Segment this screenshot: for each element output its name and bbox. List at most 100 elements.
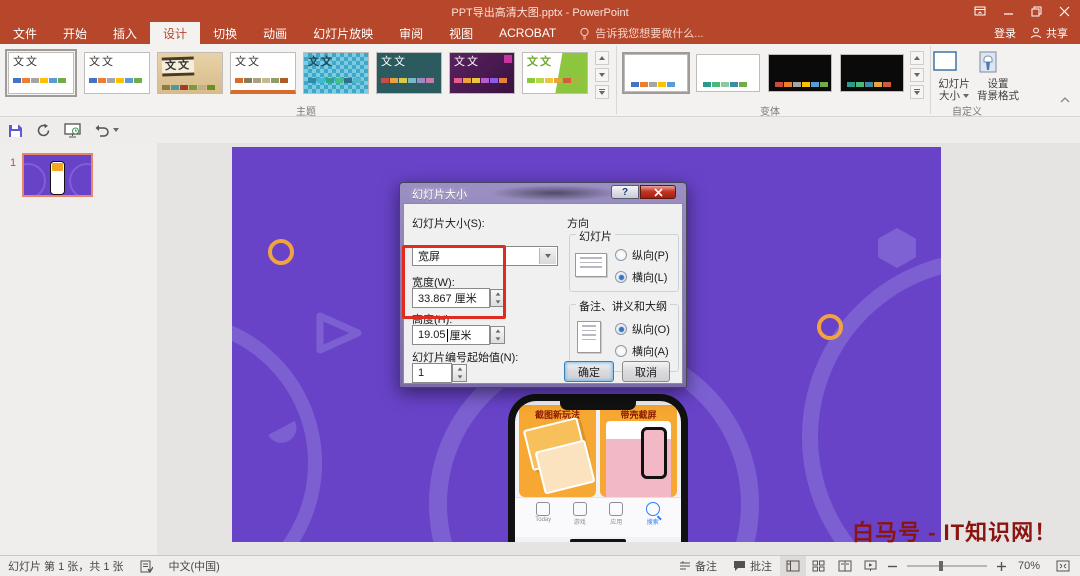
decoration-orange-ring-left	[268, 239, 294, 265]
slideshow-from-start-icon[interactable]	[64, 123, 81, 138]
decoration-triangle	[314, 310, 364, 356]
zoom-slider[interactable]	[907, 565, 987, 567]
tab-acrobat[interactable]: ACROBAT	[486, 22, 569, 44]
format-background-icon	[976, 50, 1020, 74]
sign-in-button[interactable]: 登录	[994, 25, 1016, 41]
variant-4[interactable]	[840, 54, 904, 92]
tab-animations[interactable]: 动画	[250, 22, 300, 44]
person-icon	[1030, 27, 1042, 39]
notes-group-legend: 备注、讲义和大纲	[576, 298, 670, 314]
minimize-icon[interactable]	[994, 0, 1022, 22]
slides-orientation-group: 幻灯片 纵向(P) 横向(L)	[569, 234, 679, 292]
tab-slideshow[interactable]: 幻灯片放映	[300, 22, 386, 44]
height-value: 19.05	[418, 329, 446, 341]
number-start-input[interactable]: 1	[412, 363, 452, 383]
collapse-ribbon-icon[interactable]	[1060, 96, 1070, 103]
slide-sorter-view-button[interactable]	[806, 556, 832, 576]
zoom-level[interactable]: 70%	[1010, 556, 1048, 576]
decoration-ring-right	[802, 252, 941, 542]
close-icon[interactable]	[1050, 0, 1078, 22]
portrait-doc-icon	[577, 321, 601, 353]
themes-more-icon[interactable]	[595, 85, 609, 99]
tab-design[interactable]: 设计	[150, 22, 200, 44]
format-background-button[interactable]: 设置 背景格式	[976, 50, 1020, 110]
theme-office[interactable]: 文文	[8, 52, 74, 94]
variant-3[interactable]	[768, 54, 832, 92]
tell-me-box[interactable]: 告诉我您想要做什么...	[569, 22, 713, 44]
themes-scroll-down-icon[interactable]	[595, 68, 609, 82]
slide-thumbnail-number: 1	[10, 157, 16, 169]
variants-scroll-up-icon[interactable]	[910, 51, 924, 65]
customize-group-label: 自定义	[952, 103, 982, 118]
notes-toggle[interactable]: 备注	[671, 556, 725, 576]
theme-badge	[504, 55, 512, 63]
zoom-in-button[interactable]	[993, 562, 1010, 571]
card-mini-phone	[641, 427, 667, 479]
title-bar: PPT导出高清大图.pptx - PowerPoint	[0, 0, 1080, 22]
restore-icon[interactable]	[1022, 0, 1050, 22]
reading-view-button[interactable]	[832, 556, 858, 576]
variant-1[interactable]	[624, 54, 688, 92]
zoom-slider-handle[interactable]	[939, 561, 943, 571]
height-input[interactable]: 19.05 厘米	[412, 325, 490, 345]
tab-insert[interactable]: 插入	[100, 22, 150, 44]
dialog-help-button[interactable]: ?	[611, 185, 639, 199]
number-start-value: 1	[418, 367, 424, 379]
variants-more-icon[interactable]	[910, 85, 924, 99]
theme-teal-pattern[interactable]: 文文	[303, 52, 369, 94]
theme-green[interactable]: 文文	[522, 52, 588, 94]
size-label: 幻灯片大小(S):	[412, 215, 485, 231]
landscape-doc-icon	[575, 253, 607, 277]
number-spinner[interactable]	[452, 364, 467, 382]
language-indicator[interactable]: 中文(中国)	[161, 556, 228, 576]
decoration-hexagon	[876, 228, 918, 268]
phone-tab-games: 游戏	[565, 502, 595, 537]
fit-to-window-icon[interactable]	[1048, 556, 1080, 576]
notes-portrait-radio[interactable]: 纵向(O)	[615, 321, 670, 337]
comments-toggle[interactable]: 批注	[725, 556, 780, 576]
appstore-card-1: 截图新玩法	[519, 405, 596, 497]
notes-landscape-radio[interactable]: 横向(A)	[615, 343, 669, 359]
ribbon-display-options-icon[interactable]	[966, 0, 994, 22]
phone-tab-today: Today	[528, 502, 558, 537]
phone-tab-apps: 应用	[601, 502, 631, 537]
zoom-out-button[interactable]	[884, 562, 901, 571]
undo-icon[interactable]	[94, 124, 119, 137]
dialog-close-button[interactable]	[640, 185, 676, 199]
quick-access-toolbar	[0, 117, 1080, 143]
theme-dark-teal[interactable]: 文文	[376, 52, 442, 94]
phone-notch	[560, 401, 636, 410]
slide-size-button[interactable]: 幻灯片 大小	[932, 50, 976, 110]
tab-file[interactable]: 文件	[0, 22, 50, 44]
theme-orange-line[interactable]: 文文	[230, 52, 296, 94]
phone-screen: 截图新玩法 带壳截屏 Today 游戏 应用 搜索	[515, 401, 681, 542]
phone-tab-bar: Today 游戏 应用 搜索	[515, 497, 681, 537]
tab-home[interactable]: 开始	[50, 22, 100, 44]
theme-wood[interactable]: 文文	[157, 52, 223, 94]
cancel-button[interactable]: 取消	[622, 361, 670, 382]
redo-icon[interactable]	[36, 123, 51, 138]
tab-review[interactable]: 审阅	[386, 22, 436, 44]
watermark-text: 白马号 - IT知识网！	[852, 515, 1057, 547]
slides-portrait-radio[interactable]: 纵向(P)	[615, 247, 669, 263]
themes-group-label: 主题	[296, 103, 316, 118]
height-spinner[interactable]	[490, 326, 505, 344]
tab-view[interactable]: 视图	[436, 22, 486, 44]
slides-landscape-radio[interactable]: 横向(L)	[615, 269, 667, 285]
themes-scroll-up-icon[interactable]	[595, 51, 609, 65]
theme-white-2[interactable]: 文文	[84, 52, 150, 94]
normal-view-button[interactable]	[780, 556, 806, 576]
slide-thumbnail-1[interactable]	[22, 153, 93, 197]
undo-dropdown-icon[interactable]	[113, 128, 119, 132]
combobox-dropdown-icon[interactable]	[539, 248, 556, 264]
tab-transitions[interactable]: 切换	[200, 22, 250, 44]
slideshow-view-button[interactable]	[858, 556, 884, 576]
share-button[interactable]: 共享	[1030, 25, 1068, 41]
variant-2[interactable]	[696, 54, 760, 92]
ok-button[interactable]: 确定	[564, 361, 614, 382]
spellcheck-icon[interactable]	[132, 556, 161, 576]
variants-scroll-down-icon[interactable]	[910, 68, 924, 82]
save-icon[interactable]	[8, 123, 23, 138]
theme-purple[interactable]: 文文	[449, 52, 515, 94]
ribbon-design: 文文 文文 文文 文文 文文 文文 文文 文文 主题	[0, 44, 1080, 117]
